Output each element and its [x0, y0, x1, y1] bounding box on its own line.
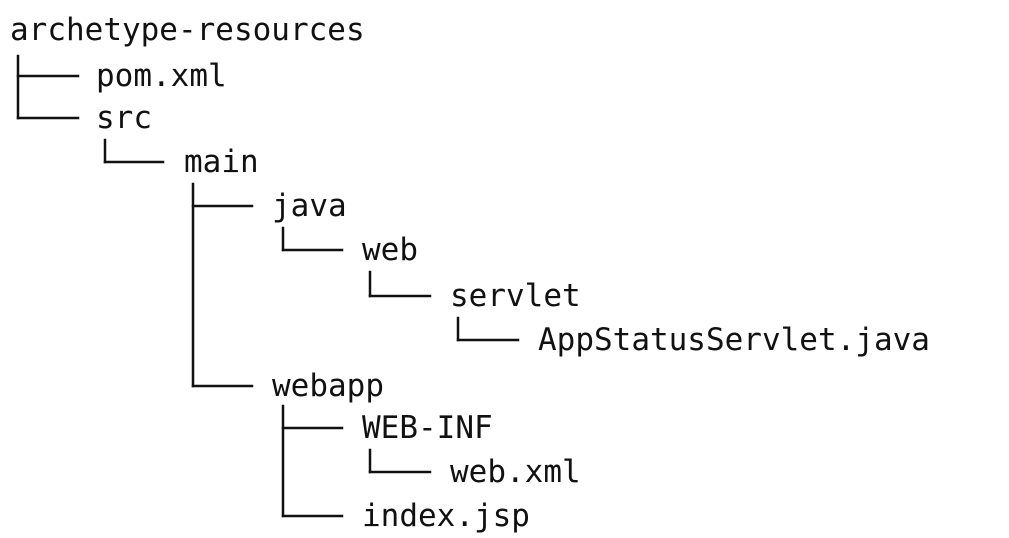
- tree-item-web-inf: WEB-INF: [362, 410, 493, 446]
- tree-item-web: web: [362, 232, 418, 268]
- tree-item-main: main: [184, 144, 259, 180]
- tree-item-src: src: [96, 100, 152, 136]
- tree-root-archetype-resources: archetype-resources: [10, 12, 365, 48]
- directory-tree: archetype-resources pom.xml src main jav…: [0, 0, 1009, 534]
- tree-item-java: java: [272, 188, 347, 224]
- tree-item-index-jsp: index.jsp: [362, 498, 530, 534]
- tree-item-servlet: servlet: [450, 278, 581, 314]
- tree-item-web-xml: web.xml: [450, 454, 581, 490]
- tree-item-appstatusservlet-java: AppStatusServlet.java: [538, 322, 930, 358]
- tree-item-webapp: webapp: [272, 368, 384, 404]
- tree-item-pom-xml: pom.xml: [96, 58, 227, 94]
